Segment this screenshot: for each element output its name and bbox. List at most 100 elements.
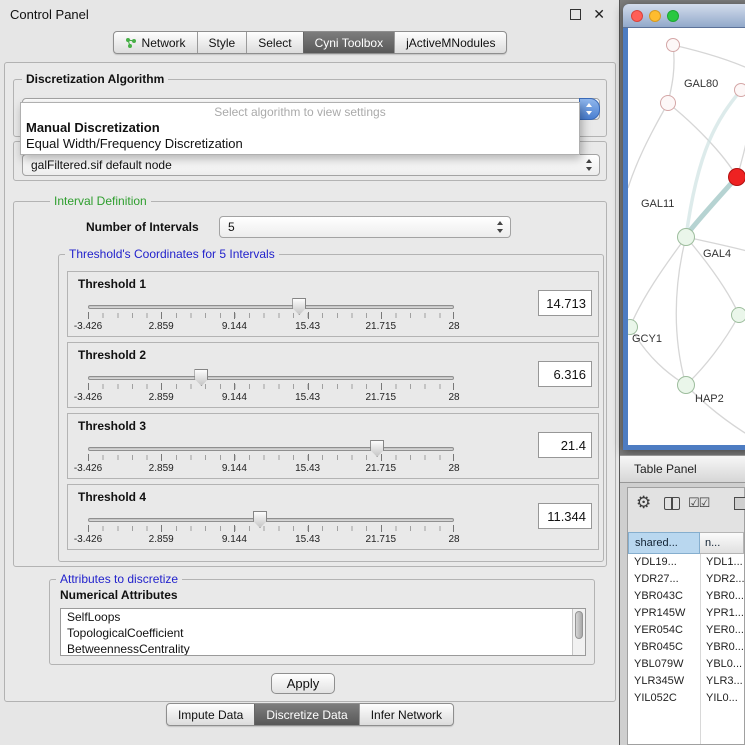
chevron-updown-icon <box>496 221 504 233</box>
table-row[interactable]: YBR043CYBR0... <box>628 588 744 605</box>
float-window-icon[interactable] <box>570 9 581 20</box>
network-window-titlebar[interactable] <box>623 4 745 28</box>
select-all-icon[interactable]: ☑☑ <box>688 495 709 511</box>
threshold-1-slider[interactable]: -3.4262.8599.14415.4321.71528 <box>88 296 454 334</box>
slider-ticks <box>88 526 454 531</box>
slider-scale: -3.4262.8599.14415.4321.71528 <box>88 463 454 475</box>
table-row[interactable]: YBR045CYBR0... <box>628 639 744 656</box>
node-label: GAL11 <box>641 198 674 210</box>
control-panel: Control Panel ✕ Network Style Select Cyn… <box>0 0 620 745</box>
slider-ticks <box>88 384 454 389</box>
threshold-3-slider[interactable]: -3.4262.8599.14415.4321.71528 <box>88 438 454 476</box>
threshold-4-slider[interactable]: -3.4262.8599.14415.4321.71528 <box>88 509 454 547</box>
network-node[interactable] <box>666 38 680 52</box>
node-label: HAP2 <box>695 393 724 405</box>
column-header-name[interactable]: n... <box>700 532 744 554</box>
slider-scale: -3.4262.8599.14415.4321.71528 <box>88 321 454 333</box>
threshold-label: Threshold 1 <box>78 277 146 291</box>
threshold-1-value-field[interactable] <box>538 290 592 316</box>
threshold-4-panel: Threshold 4 -3.4262.8599.14415.4321.7152… <box>67 484 599 550</box>
group-title: Discretization Algorithm <box>22 72 168 86</box>
attributes-listbox[interactable]: SelfLoops TopologicalCoefficient Between… <box>60 608 586 656</box>
number-of-intervals-combobox[interactable]: 5 <box>219 216 511 238</box>
slider-scale: -3.4262.8599.14415.4321.71528 <box>88 392 454 404</box>
control-panel-titlebar: Control Panel ✕ <box>0 0 619 28</box>
tab-label: Network <box>142 36 186 50</box>
group-title: Attributes to discretize <box>56 572 182 586</box>
threshold-coordinates-group: Threshold's Coordinates for 5 Intervals … <box>58 254 604 562</box>
column-chooser-icon[interactable] <box>664 497 680 510</box>
threshold-2-value-field[interactable] <box>538 361 592 387</box>
close-icon[interactable]: ✕ <box>593 6 605 22</box>
table-row[interactable]: YIL052CYIL0... <box>628 690 744 707</box>
network-view-window: GAL80 GAL11 GAL4 GCY1 HAP2 <box>623 4 745 450</box>
tab-cyni-toolbox[interactable]: Cyni Toolbox <box>303 32 394 53</box>
threshold-2-slider[interactable]: -3.4262.8599.14415.4321.71528 <box>88 367 454 405</box>
threshold-1-panel: Threshold 1 -3.4262.8599.14415.4321.7152… <box>67 271 599 337</box>
tab-network[interactable]: Network <box>114 32 197 53</box>
slider-ticks <box>88 313 454 318</box>
apply-button[interactable]: Apply <box>271 673 335 694</box>
table-body: YDL19...YDL1... YDR27...YDR2... YBR043CY… <box>628 554 744 744</box>
network-node-selected[interactable] <box>728 168 745 186</box>
chevron-updown-icon <box>585 103 593 115</box>
threshold-3-value-field[interactable] <box>538 432 592 458</box>
table-panel-title: Table Panel <box>634 462 697 476</box>
table-row[interactable]: YLR345WYLR3... <box>628 673 744 690</box>
threshold-2-panel: Threshold 2 -3.4262.8599.14415.4321.7152… <box>67 342 599 408</box>
slider-track[interactable] <box>88 305 454 309</box>
table-data-combobox[interactable]: galFiltered.sif default node <box>22 154 600 176</box>
threshold-4-value-field[interactable] <box>538 503 592 529</box>
scrollbar-thumb[interactable] <box>575 611 583 639</box>
cyni-toolbox-panel: Discretization Algorithm Select algorith… <box>4 62 616 702</box>
list-scrollbar[interactable] <box>572 609 585 655</box>
threshold-3-panel: Threshold 3 -3.4262.8599.14415.4321.7152… <box>67 413 599 479</box>
dropdown-option-equal-width[interactable]: Equal Width/Frequency Discretization <box>21 136 579 152</box>
dropdown-option-manual[interactable]: Manual Discretization <box>21 120 579 136</box>
mac-zoom-icon[interactable] <box>667 10 679 22</box>
tab-impute-data[interactable]: Impute Data <box>167 704 254 725</box>
table-row[interactable]: YER054CYER0... <box>628 622 744 639</box>
slider-track[interactable] <box>88 447 454 451</box>
table-row[interactable]: YPR145WYPR1... <box>628 605 744 622</box>
tab-discretize-data[interactable]: Discretize Data <box>254 704 358 725</box>
table-function-icon[interactable] <box>734 497 745 510</box>
chevron-updown-icon <box>585 159 593 171</box>
numerical-attributes-label: Numerical Attributes <box>60 588 178 602</box>
tab-style[interactable]: Style <box>197 32 247 53</box>
threshold-label: Threshold 3 <box>78 419 146 433</box>
table-row[interactable]: YBL079WYBL0... <box>628 656 744 673</box>
network-node[interactable] <box>660 95 676 111</box>
gear-icon[interactable]: ⚙ <box>636 494 651 512</box>
node-table: ⚙ ☑☑ shared... n... YDL19...YDL1... YDR2… <box>627 487 745 745</box>
network-node[interactable] <box>677 228 695 246</box>
network-node[interactable] <box>731 307 745 323</box>
table-panel-header[interactable]: Table Panel <box>620 455 745 483</box>
network-node[interactable] <box>734 83 745 97</box>
slider-scale: -3.4262.8599.14415.4321.71528 <box>88 534 454 546</box>
network-canvas[interactable]: GAL80 GAL11 GAL4 GCY1 HAP2 <box>628 28 745 445</box>
mac-close-icon[interactable] <box>631 10 643 22</box>
attributes-group: Attributes to discretize Numerical Attri… <box>49 579 595 665</box>
list-item[interactable]: BetweennessCentrality <box>61 641 585 656</box>
slider-track[interactable] <box>88 376 454 380</box>
mac-minimize-icon[interactable] <box>649 10 661 22</box>
tab-infer-network[interactable]: Infer Network <box>359 704 453 725</box>
combo-stepper[interactable] <box>579 98 600 120</box>
group-title: Interval Definition <box>50 194 151 208</box>
dropdown-prompt: Select algorithm to view settings <box>21 105 579 120</box>
node-label: GAL80 <box>684 78 718 90</box>
column-header-shared-name[interactable]: shared... <box>628 532 700 554</box>
slider-track[interactable] <box>88 518 454 522</box>
tab-select[interactable]: Select <box>246 32 302 53</box>
node-label: GCY1 <box>632 333 662 345</box>
tab-jactivemnodules[interactable]: jActiveMNodules <box>394 32 506 53</box>
group-title: Threshold's Coordinates for 5 Intervals <box>65 247 279 261</box>
table-row[interactable]: YDL19...YDL1... <box>628 554 744 571</box>
cyni-mode-tabs: Impute Data Discretize Data Infer Networ… <box>0 703 620 726</box>
network-node[interactable] <box>677 376 695 394</box>
table-row[interactable]: YDR27...YDR2... <box>628 571 744 588</box>
list-item[interactable]: TopologicalCoefficient <box>61 625 585 641</box>
list-item[interactable]: SelfLoops <box>61 609 585 625</box>
number-of-intervals-label: Number of Intervals <box>86 220 199 234</box>
